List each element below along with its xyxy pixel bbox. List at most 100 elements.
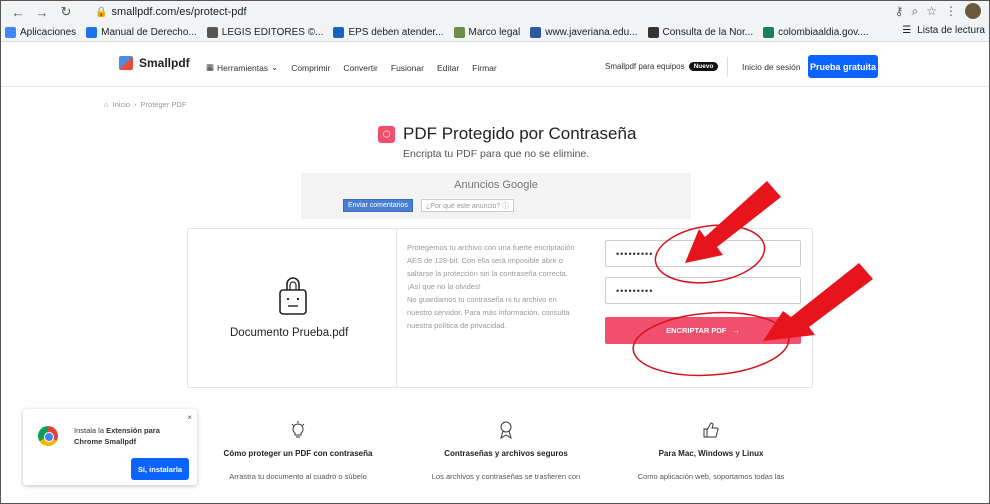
bookmark-item[interactable]: colombiaaldia.gov.... <box>763 26 869 38</box>
breadcrumb-home[interactable]: Inicio <box>113 100 131 109</box>
reading-list[interactable]: ☰ Lista de lectura <box>902 25 985 36</box>
bookmark-favicon-icon <box>86 26 98 38</box>
home-icon: ⌂ <box>104 100 109 109</box>
smallpdf-logo[interactable]: Smallpdf <box>119 56 190 70</box>
smallpdf-logo-icon <box>119 56 133 70</box>
bookmark-item[interactable]: LEGIS EDITORES ©... <box>206 26 324 38</box>
breadcrumb-separator: › <box>134 100 137 109</box>
bookmark-label: www.javeriana.edu... <box>545 26 638 38</box>
grid-icon: ▦ <box>206 62 215 72</box>
star-icon[interactable]: ☆ <box>926 4 937 18</box>
site-header: Smallpdf ▦ Herramientas ⌄ Comprimir Conv… <box>1 42 989 87</box>
bookmark-label: Manual de Derecho... <box>101 26 197 38</box>
reload-icon[interactable]: ↻ <box>57 3 75 21</box>
bookmark-favicon-icon <box>453 26 465 38</box>
password-input[interactable]: ••••••••• <box>605 240 801 267</box>
ads-label: Anuncios Google <box>454 179 538 191</box>
page-title: PDF Protegido por Contraseña <box>403 124 637 143</box>
logo-text: Smallpdf <box>139 56 190 70</box>
send-feedback-button[interactable]: Enviar comentarios <box>343 199 413 212</box>
chrome-extension-popup: Instala la Extensión para Chrome Smallpd… <box>23 409 197 485</box>
bookmark-label: colombiaaldia.gov.... <box>778 26 869 38</box>
password-confirm-input[interactable]: ••••••••• <box>605 277 801 304</box>
popup-text-plain: Instala la <box>74 426 107 435</box>
info-line: saltarse la protección sin la contraseña… <box>407 269 568 278</box>
encryption-info: Protegemos tu archivo con una fuerte enc… <box>407 241 602 332</box>
feature-title: Cómo proteger un PDF con contraseña <box>223 449 373 458</box>
reading-list-label: Lista de lectura <box>917 25 985 36</box>
shield-icon: ⬡ <box>378 125 395 143</box>
feature-platforms: Para Mac, Windows y Linux Como aplicació… <box>621 421 801 481</box>
bookmark-apps[interactable]: Aplicaciones <box>5 26 77 38</box>
free-trial-button[interactable]: Prueba gratuita <box>808 55 878 78</box>
forward-icon[interactable]: → <box>33 3 51 21</box>
arrow-right-icon: → <box>732 326 740 335</box>
url-text[interactable]: smallpdf.com/es/protect-pdf <box>111 6 246 18</box>
chevron-down-icon: ⌄ <box>271 62 279 72</box>
feature-how-to: Cómo proteger un PDF con contraseña Arra… <box>219 421 377 481</box>
chrome-logo-icon <box>38 426 58 446</box>
nav-tools[interactable]: ▦ Herramientas ⌄ <box>206 62 278 73</box>
feature-security: Contraseñas y archivos seguros Los archi… <box>416 421 596 481</box>
bookmark-item[interactable]: Marco legal <box>453 26 521 38</box>
feature-title: Contraseñas y archivos seguros <box>444 449 568 458</box>
bookmark-item[interactable]: Manual de Derecho... <box>86 26 197 38</box>
main-nav: ▦ Herramientas ⌄ Comprimir Convertir Fus… <box>206 62 497 73</box>
bookmark-label: LEGIS EDITORES ©... <box>221 26 324 38</box>
feature-title: Para Mac, Windows y Linux <box>658 449 764 458</box>
info-line: No guardamos tu contraseña ni tu archivo… <box>407 295 557 304</box>
file-name: Documento Prueba.pdf <box>230 327 349 339</box>
card-divider <box>396 229 397 387</box>
nav-compress[interactable]: Comprimir <box>291 63 330 73</box>
teams-link[interactable]: Smallpdf para equipos Nuevo <box>605 62 719 71</box>
install-extension-button[interactable]: Sí, instalarla <box>131 458 189 480</box>
nav-merge[interactable]: Fusionar <box>391 63 424 73</box>
key-icon[interactable]: ⚷ <box>895 4 904 18</box>
extensions-icon[interactable]: ⋮ <box>945 4 957 18</box>
thumbs-up-icon <box>621 421 801 438</box>
bookmark-item[interactable]: www.javeriana.edu... <box>530 26 638 38</box>
nav-tools-label: Herramientas <box>217 62 269 73</box>
bookmark-item[interactable]: EPS deben atender... <box>333 26 444 38</box>
bookmark-favicon-icon <box>530 26 542 38</box>
browser-toolbar-right: ⚷ ⌕ ☆ ⋮ <box>895 3 981 19</box>
new-badge: Nuevo <box>688 62 719 71</box>
bookmark-favicon-icon <box>206 26 218 38</box>
nav-convert[interactable]: Convertir <box>343 63 377 73</box>
google-ads-box: Anuncios Google Enviar comentarios ¿Por … <box>301 173 691 219</box>
hero: ⬡ PDF Protegido por Contraseña Encripta … <box>378 124 636 160</box>
close-icon[interactable]: × <box>187 413 192 422</box>
back-icon[interactable]: ← <box>9 3 27 21</box>
info-line: AES de 128-bit. Con ella será imposible … <box>407 256 563 265</box>
bookmark-label: Aplicaciones <box>20 26 77 38</box>
profile-avatar[interactable] <box>965 3 981 19</box>
bookmark-favicon-icon <box>647 26 659 38</box>
login-link[interactable]: Inicio de sesión <box>742 62 801 72</box>
encrypt-pdf-button[interactable]: ENCRIPTAR PDF → <box>605 317 801 344</box>
browser-address-bar: ← → ↻ 🔒 smallpdf.com/es/protect-pdf ⚷ ⌕ … <box>1 1 989 23</box>
bookmark-label: Consulta de la Nor... <box>662 26 754 38</box>
bookmark-label: Marco legal <box>468 26 521 38</box>
nav-edit[interactable]: Editar <box>437 63 459 73</box>
bookmark-label: EPS deben atender... <box>348 26 444 38</box>
feature-text: Los archivos y contraseñas se trasfieren… <box>431 472 581 481</box>
info-line: Protegemos tu archivo con una fuerte enc… <box>407 243 575 252</box>
info-line: ¡Así que no la olvides! <box>407 282 481 291</box>
teams-label: Smallpdf para equipos <box>605 62 685 71</box>
feature-text: Como aplicación web, soportamos todas la… <box>637 472 785 481</box>
why-this-ad-button[interactable]: ¿Por qué este anuncio? ⓘ <box>421 199 515 212</box>
bookmark-item[interactable]: Consulta de la Nor... <box>647 26 754 38</box>
nav-sign[interactable]: Firmar <box>472 63 497 73</box>
info-line: nuestra política de privacidad. <box>407 321 507 330</box>
popup-text-bold: Chrome Smallpdf <box>74 437 137 446</box>
feature-text: Arrastra tu documento al cuadro o súbelo <box>229 472 367 481</box>
screenshot-frame: ← → ↻ 🔒 smallpdf.com/es/protect-pdf ⚷ ⌕ … <box>0 0 990 504</box>
popup-message: Instala la Extensión para Chrome Smallpd… <box>74 425 184 447</box>
info-line: nuestro servidor. Para más información, … <box>407 308 570 317</box>
award-icon <box>416 421 596 439</box>
bookmark-favicon-icon <box>763 26 775 38</box>
breadcrumb: ⌂ Inicio › Proteger PDF <box>104 100 186 109</box>
locked-document-icon <box>279 277 307 315</box>
zoom-icon[interactable]: ⌕ <box>912 4 919 19</box>
lock-icon: 🔒 <box>95 6 108 18</box>
